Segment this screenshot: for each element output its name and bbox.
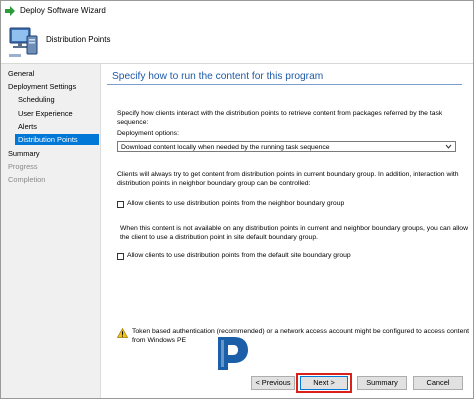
warning-icon [117, 328, 128, 338]
title-bar: Deploy Software Wizard [1, 1, 473, 21]
intro-text-line2: sequence: [117, 119, 149, 126]
default-site-checkbox[interactable] [117, 253, 124, 260]
warning-text-line1: Token based authentication (recommended)… [132, 328, 470, 335]
wizard-nav: General Deployment Settings Scheduling U… [1, 64, 101, 398]
nav-item-summary[interactable]: Summary [8, 148, 40, 159]
warning-text-line2: from Windows PE [132, 337, 187, 344]
chevron-down-icon [445, 144, 452, 149]
header-title: Distribution Points [46, 35, 111, 44]
deployment-options-select[interactable]: Download content locally when needed by … [117, 141, 456, 152]
nav-item-alerts[interactable]: Alerts [18, 121, 37, 132]
deployment-options-value: Download content locally when needed by … [121, 144, 330, 151]
nav-item-general[interactable]: General [8, 68, 34, 79]
previous-button[interactable]: < Previous [251, 376, 295, 390]
nav-item-scheduling[interactable]: Scheduling [18, 94, 55, 105]
neighbor-checkbox[interactable] [117, 201, 124, 208]
window-title: Deploy Software Wizard [20, 6, 106, 15]
nav-item-user-experience[interactable]: User Experience [18, 108, 73, 119]
summary-button[interactable]: Summary [357, 376, 407, 390]
wizard-header: Distribution Points [1, 21, 473, 64]
computer-icon [9, 27, 38, 57]
deployment-options-label: Deployment options: [117, 130, 179, 137]
p-logo-icon [218, 337, 248, 370]
cancel-button[interactable]: Cancel [413, 376, 463, 390]
content-pane: Specify how to run the content for this … [101, 64, 473, 364]
nav-item-distribution-points[interactable]: Distribution Points [15, 134, 99, 145]
default-site-checkbox-label[interactable]: Allow clients to use distribution points… [127, 252, 351, 261]
neighbor-text-line2: distribution points in neighbor boundary… [117, 180, 311, 187]
deploy-arrow-icon [5, 6, 15, 16]
nav-item-progress: Progress [8, 162, 38, 171]
neighbor-text-line1: Clients will always try to get content f… [117, 171, 459, 178]
intro-text-line1: Specify how clients interact with the di… [117, 110, 443, 117]
nav-item-completion: Completion [8, 175, 46, 184]
nav-item-deployment-settings[interactable]: Deployment Settings [8, 81, 76, 92]
default-text-line1: When this content is not available on an… [120, 225, 468, 232]
next-button[interactable]: Next > [300, 376, 348, 390]
wizard-window: Deploy Software Wizard Distribution Poin… [0, 0, 474, 399]
default-text-line2: the client to use a distribution point i… [120, 234, 318, 241]
neighbor-checkbox-label[interactable]: Allow clients to use distribution points… [127, 200, 344, 209]
page-title: Specify how to run the content for this … [107, 68, 462, 85]
